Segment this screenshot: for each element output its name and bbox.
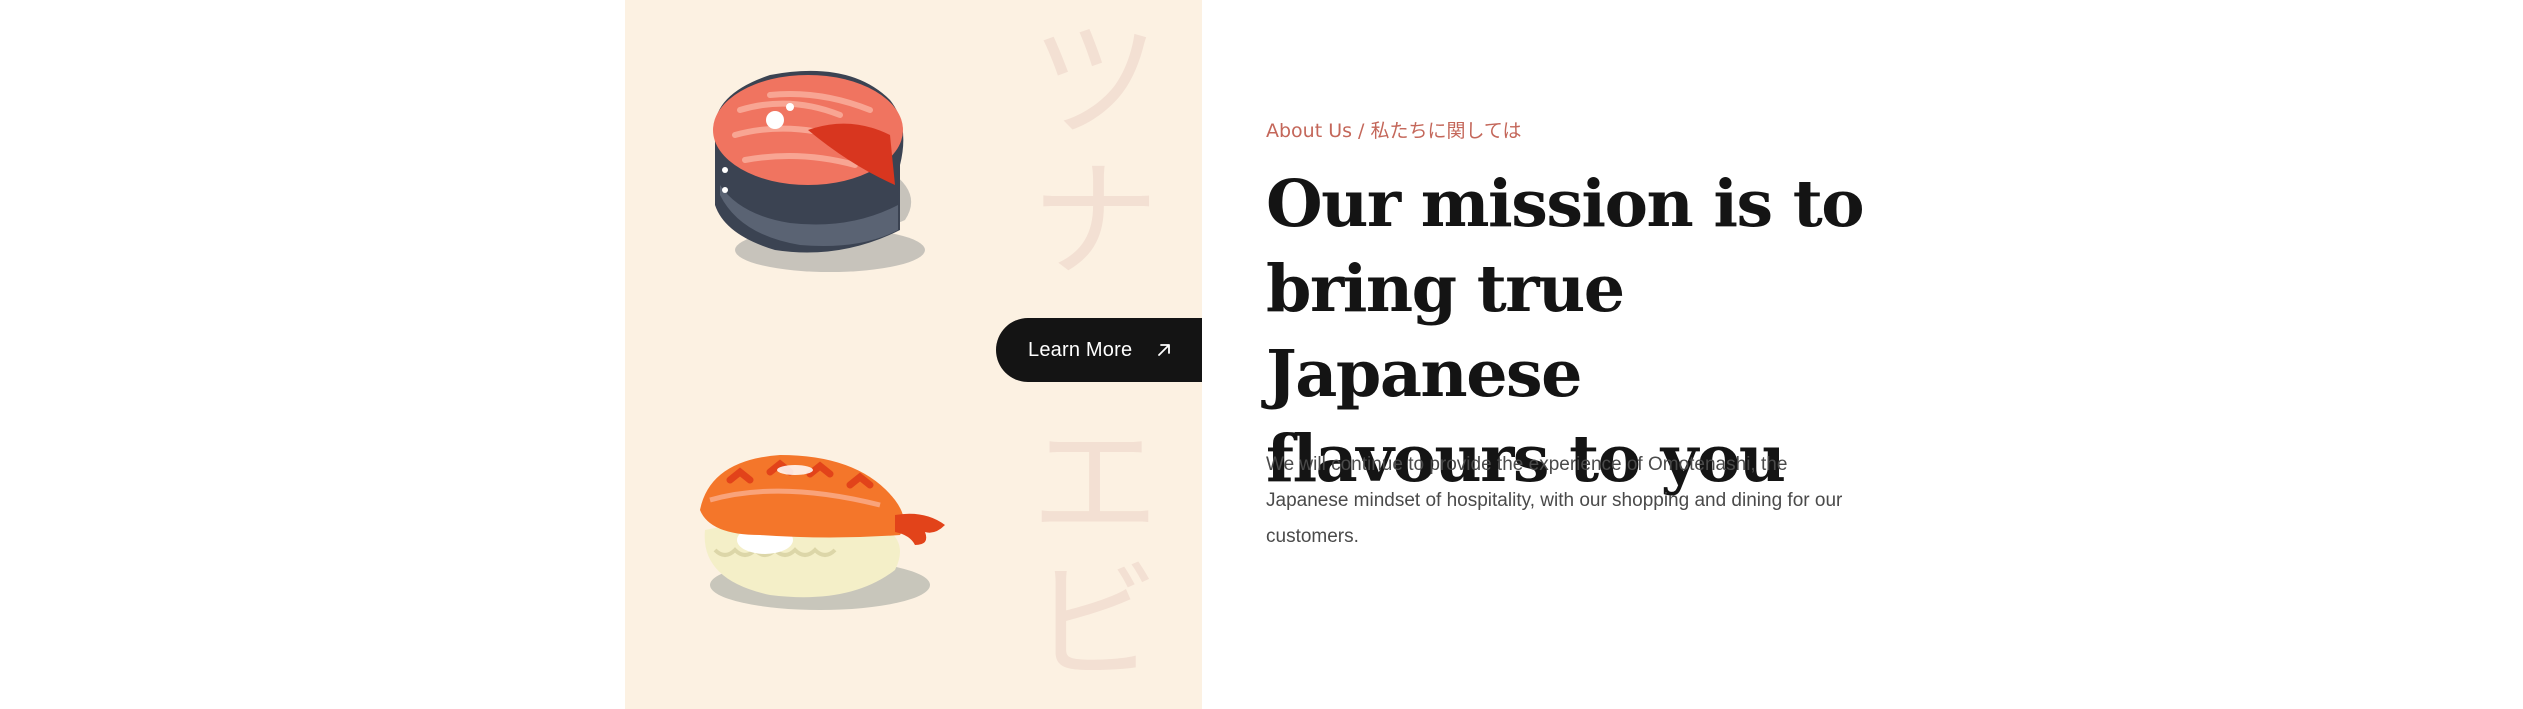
- kana-char: エ: [1030, 409, 1159, 558]
- mission-description: We will continue to provide the experien…: [1266, 454, 1843, 547]
- kana-char: ナ: [1030, 147, 1159, 296]
- ebi-sushi-icon: [700, 455, 945, 610]
- kana-tuna: ツ ナ: [1025, 18, 1165, 298]
- kana-char: ビ: [1030, 549, 1159, 698]
- salmon-sushi-icon: [713, 70, 925, 272]
- headline-line: bring true Japanese: [1266, 251, 1625, 412]
- arrow-up-right-icon: [1158, 344, 1170, 356]
- learn-more-label: Learn More: [1028, 338, 1133, 361]
- section-eyebrow: About Us / 私たちに関しては: [1266, 120, 1522, 142]
- headline-line: Our mission is to: [1266, 166, 1865, 242]
- learn-more-button[interactable]: Learn More: [996, 318, 1202, 382]
- kana-char: ツ: [1030, 7, 1159, 156]
- kana-ebi: エ ビ: [1025, 420, 1165, 700]
